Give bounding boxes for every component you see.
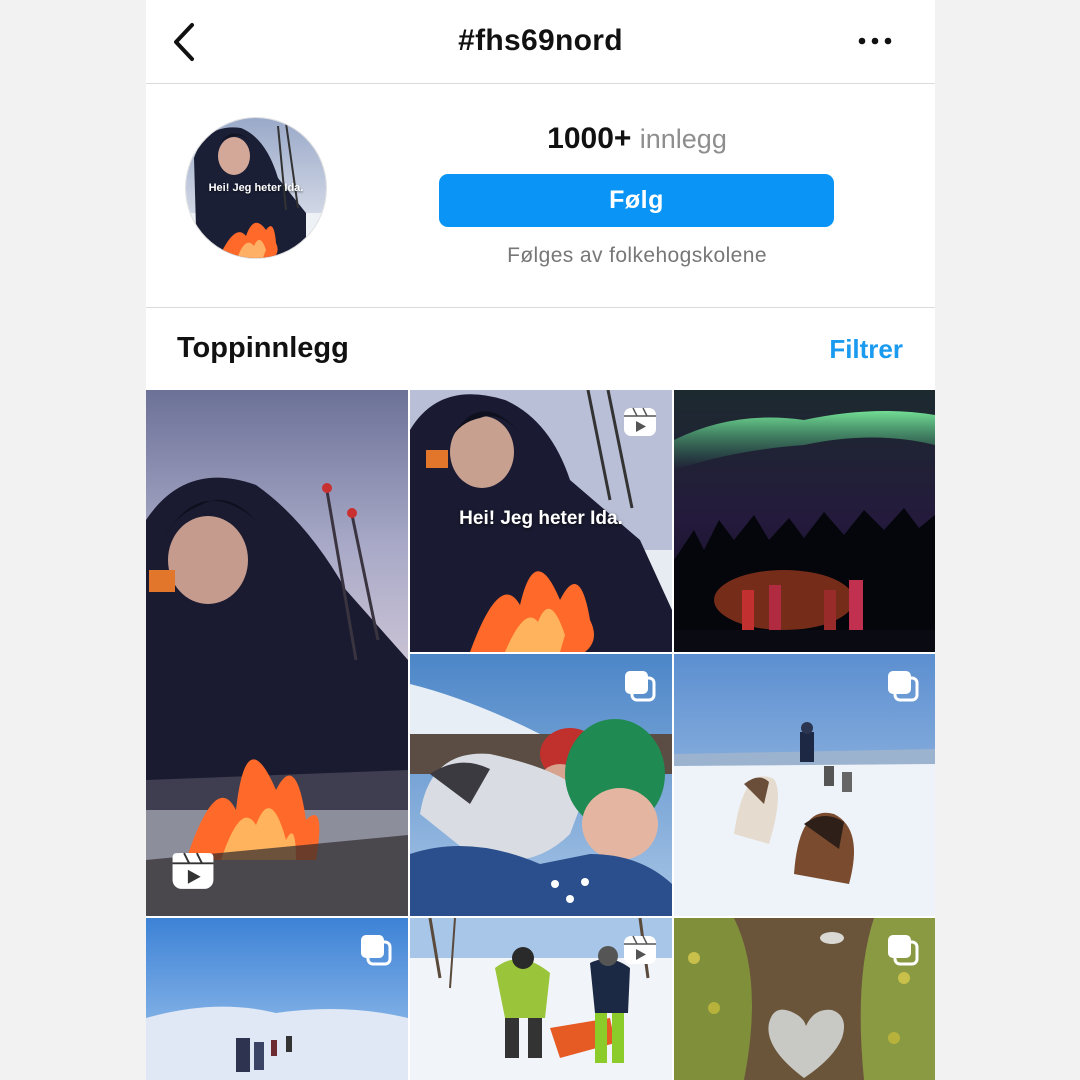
hashtag-title: #fhs69nord xyxy=(458,24,623,57)
post-tile[interactable] xyxy=(146,918,408,1080)
top-posts-heading: Toppinnlegg xyxy=(177,332,349,364)
more-horizontal-icon xyxy=(858,37,892,45)
post-count-label: innlegg xyxy=(639,124,727,154)
more-options-button[interactable] xyxy=(853,26,897,56)
post-caption: Hei! Jeg heter Ida. xyxy=(459,508,623,529)
avatar-caption: Hei! Jeg heter Ida. xyxy=(208,182,304,194)
post-tile[interactable] xyxy=(674,654,935,916)
post-image-campfire-selfie xyxy=(146,390,408,916)
reels-icon xyxy=(172,852,214,889)
follow-button[interactable]: Følg xyxy=(439,174,834,227)
post-tile[interactable]: Hei! Jeg heter Ida. xyxy=(410,390,672,652)
filter-button[interactable]: Filtrer xyxy=(829,334,903,365)
post-tile[interactable] xyxy=(410,918,672,1080)
hashtag-header: Hei! Jeg heter Ida. 1000+ innlegg Følg F… xyxy=(146,84,935,308)
top-navigation-bar: #fhs69nord xyxy=(146,0,935,84)
post-count: 1000+ innlegg xyxy=(439,122,835,156)
carousel-icon xyxy=(625,671,656,702)
reels-icon xyxy=(624,935,656,964)
posts-grid: Hei! Jeg heter Ida. xyxy=(146,390,935,1080)
carousel-icon xyxy=(888,935,919,966)
hashtag-avatar[interactable]: Hei! Jeg heter Ida. xyxy=(185,117,327,259)
carousel-icon xyxy=(361,935,392,966)
post-count-number: 1000+ xyxy=(547,122,632,155)
post-tile[interactable] xyxy=(410,654,672,916)
post-tile[interactable] xyxy=(674,390,935,652)
phone-screen: #fhs69nord Hei! Jeg heter Ida. 1000+ inn… xyxy=(146,0,935,1080)
reels-icon xyxy=(624,407,656,436)
post-image-northern-lights xyxy=(674,390,935,652)
carousel-icon xyxy=(888,671,919,702)
post-tile[interactable] xyxy=(674,918,935,1080)
post-tile[interactable] xyxy=(146,390,408,916)
followed-by-text[interactable]: Følges av folkehogskolene xyxy=(439,244,835,268)
